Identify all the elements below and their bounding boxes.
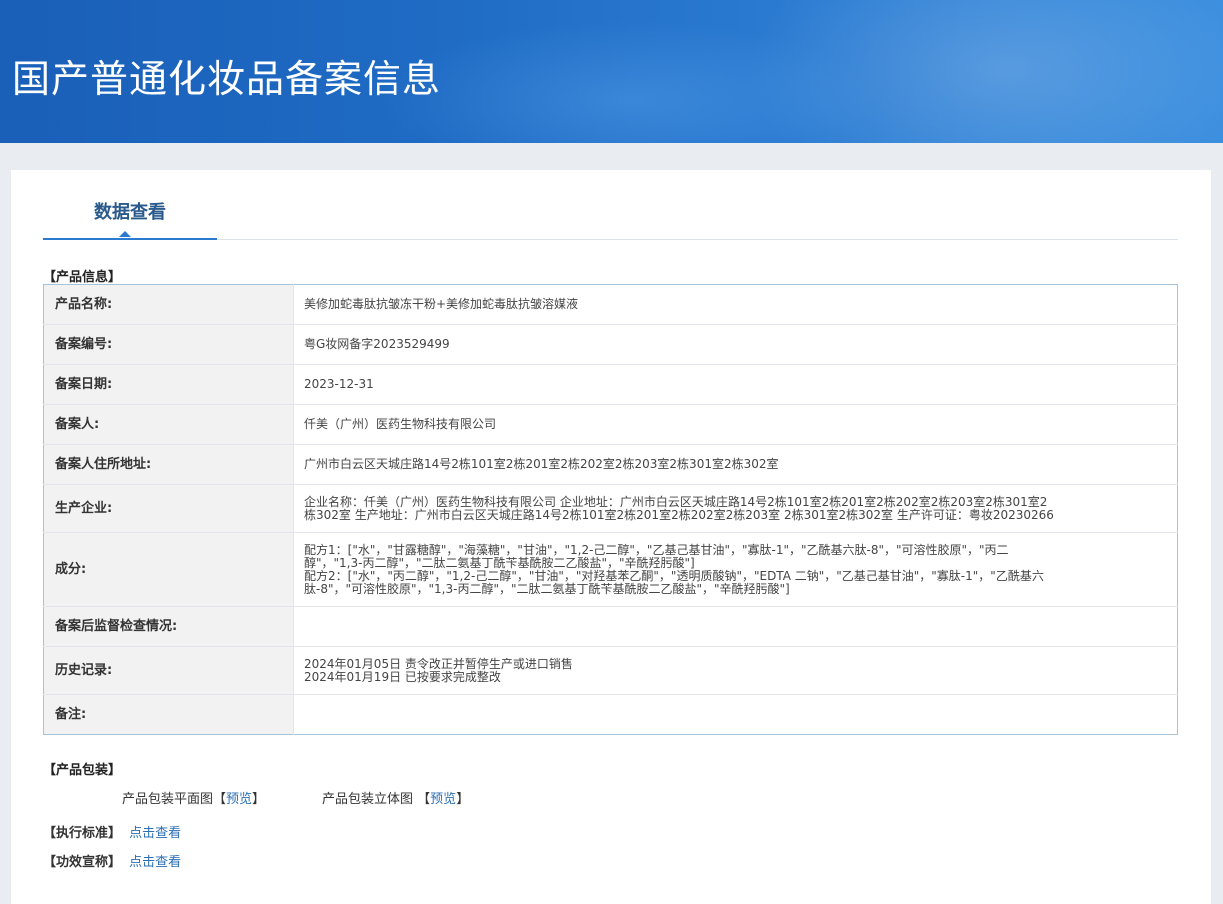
bracket-open: 【 [417, 792, 431, 807]
packaging-solid-row: 产品包装立体图 【预览】 [322, 788, 469, 807]
row-value: 广州市白云区天城庄路14号2栋101室2栋201室2栋202室2栋203室2栋3… [293, 444, 1178, 485]
bracket-close: 】 [252, 792, 266, 807]
packaging-solid-preview-link[interactable]: 预览 [430, 792, 456, 807]
row-value-line: 2024年01月05日 责令改正并暂停生产或进口销售 [304, 656, 573, 671]
row-value-line: 栋302室 生产地址：广州市白云区天城庄路14号2栋101室2栋201室2栋20… [304, 507, 1054, 522]
content-panel: 数据查看 【产品信息】 产品名称: 美修加蛇毒肽抗皱冻干粉+美修加蛇毒肽抗皱溶媒液… [11, 170, 1211, 904]
table-row: 备案编号: 粤G妆网备字2023529499 [43, 324, 1178, 365]
row-label: 生产企业: [43, 484, 294, 533]
row-value [294, 695, 1178, 735]
row-value-line: 粤G妆网备字2023529499 [304, 337, 450, 351]
row-value-line: 企业名称：仟美（广州）医药生物科技有限公司 企业地址：广州市白云区天城庄路14号… [304, 494, 1048, 509]
standard-row: 【执行标准】 点击查看 [43, 822, 181, 841]
efficacy-row: 【功效宣称】 点击查看 [43, 851, 181, 870]
table-row: 备案后监督检查情况: [43, 606, 1178, 647]
table-row: 历史记录: 2024年01月05日 责令改正并暂停生产或进口销售 2024年01月1… [43, 646, 1178, 695]
row-label: 备案人: [43, 404, 294, 445]
packaging-section-title: 【产品包装】 [43, 763, 122, 778]
row-label: 备案日期: [43, 364, 294, 405]
row-value: 2023-12-31 [293, 364, 1178, 405]
row-value-line: 广州市白云区天城庄路14号2栋101室2栋201室2栋202室2栋203室2栋3… [304, 457, 779, 471]
row-label: 备注: [43, 694, 294, 735]
row-value: 2024年01月05日 责令改正并暂停生产或进口销售 2024年01月19日 已按… [293, 646, 1178, 695]
table-row: 成分: 配方1：["水"，"甘露糖醇"，"海藻糖"，"甘油"，"1,2-己二醇"，… [43, 532, 1178, 607]
row-value: 企业名称：仟美（广州）医药生物科技有限公司 企业地址：广州市白云区天城庄路14号… [293, 484, 1178, 533]
row-label: 历史记录: [43, 646, 294, 695]
standard-section-title: 【执行标准】 [43, 826, 122, 841]
bracket-close: 】 [456, 792, 470, 807]
row-label: 备案后监督检查情况: [43, 606, 294, 647]
row-label: 成分: [43, 532, 294, 607]
packaging-flat-preview-link[interactable]: 预览 [226, 792, 252, 807]
row-value-line: 醇"，"1,3-丙二醇"，"二肽二氨基丁酰苄基酰胺二乙酸盐"，"辛酰羟肟酸"] [304, 555, 695, 570]
table-row: 备案人住所地址: 广州市白云区天城庄路14号2栋101室2栋201室2栋202室2… [43, 444, 1178, 485]
row-value: 美修加蛇毒肽抗皱冻干粉+美修加蛇毒肽抗皱溶媒液 [293, 284, 1178, 325]
product-info-table: 产品名称: 美修加蛇毒肽抗皱冻干粉+美修加蛇毒肽抗皱溶媒液 备案编号: 粤G妆网备字2… [43, 284, 1178, 735]
page-title: 国产普通化妆品备案信息 [12, 57, 442, 101]
tab-bar: 数据查看 [43, 170, 1178, 240]
bracket-open: 【 [213, 792, 227, 807]
table-row: 生产企业: 企业名称：仟美（广州）医药生物科技有限公司 企业地址：广州市白云区天城… [43, 484, 1178, 533]
row-value-line: 配方2：["水"，"丙二醇"，"1,2-己二醇"，"甘油"，"对羟基苯乙酮"，"… [304, 568, 1044, 583]
table-row: 备案日期: 2023-12-31 [43, 364, 1178, 405]
row-value: 粤G妆网备字2023529499 [293, 324, 1178, 365]
header-banner: 国产普通化妆品备案信息 [0, 0, 1223, 143]
row-label: 备案人住所地址: [43, 444, 294, 485]
packaging-flat-label: 产品包装平面图 [122, 792, 214, 807]
row-value [293, 606, 1178, 647]
row-value-line: 美修加蛇毒肽抗皱冻干粉+美修加蛇毒肽抗皱溶媒液 [304, 297, 579, 311]
row-label: 备案编号: [43, 324, 294, 365]
table-row: 产品名称: 美修加蛇毒肽抗皱冻干粉+美修加蛇毒肽抗皱溶媒液 [43, 284, 1178, 325]
row-label: 产品名称: [43, 284, 294, 325]
table-row: 备注: [43, 694, 1178, 735]
row-value: 配方1：["水"，"甘露糖醇"，"海藻糖"，"甘油"，"1,2-己二醇"，"乙基… [293, 532, 1178, 607]
efficacy-view-link[interactable]: 点击查看 [129, 855, 181, 870]
tab-active-indicator [119, 231, 131, 237]
row-value-line: 2023-12-31 [304, 377, 374, 391]
efficacy-section-title: 【功效宣称】 [43, 855, 122, 870]
packaging-solid-label: 产品包装立体图 [322, 792, 414, 807]
row-value: 仟美（广州）医药生物科技有限公司 [293, 404, 1178, 445]
table-row: 备案人: 仟美（广州）医药生物科技有限公司 [43, 404, 1178, 445]
standard-view-link[interactable]: 点击查看 [129, 826, 181, 841]
product-info-section-title: 【产品信息】 [43, 270, 122, 285]
row-value-line: 配方1：["水"，"甘露糖醇"，"海藻糖"，"甘油"，"1,2-己二醇"，"乙基… [304, 542, 1009, 557]
packaging-flat-row: 产品包装平面图【预览】 [122, 788, 265, 807]
row-value-line: 2024年01月19日 已按要求完成整改 [304, 669, 501, 684]
row-value-line: 肽-8"，"可溶性胶原"，"1,3-丙二醇"，"二肽二氨基丁酰苄基酰胺二乙酸盐"… [304, 581, 790, 596]
row-value-line: 仟美（广州）医药生物科技有限公司 [304, 417, 497, 431]
